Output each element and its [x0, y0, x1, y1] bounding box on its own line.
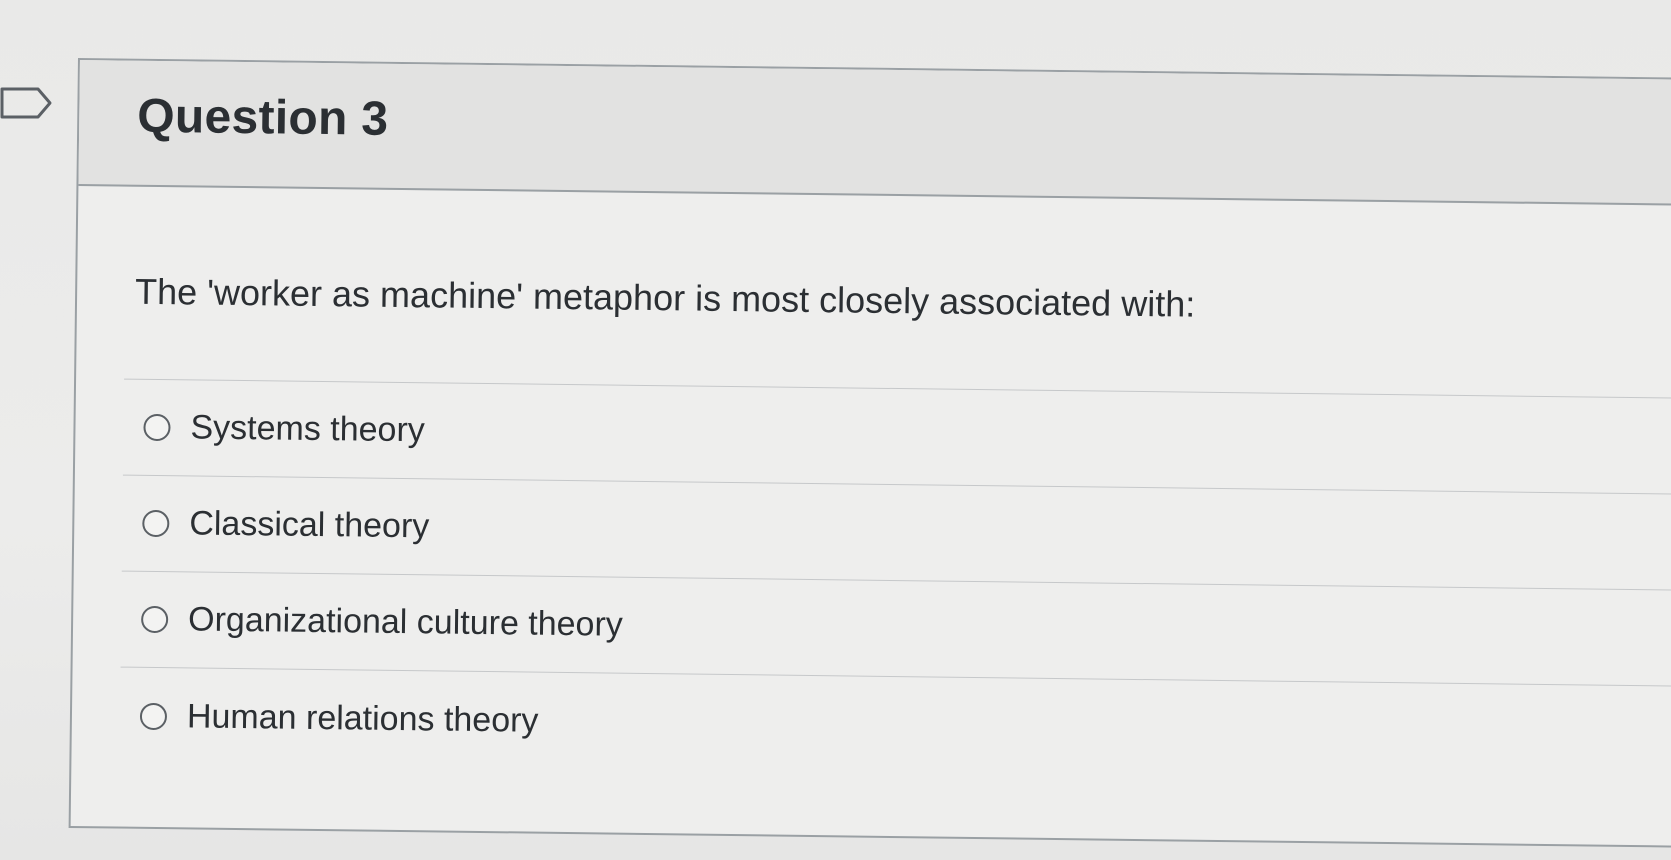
question-card: Question 3 The 'worker as machine' metap… — [68, 58, 1671, 848]
question-title: Question 3 — [136, 89, 389, 146]
answer-label: Organizational culture theory — [187, 600, 624, 644]
question-text: The 'worker as machine' metaphor is most… — [134, 270, 1196, 325]
answer-label: Human relations theory — [186, 696, 539, 740]
question-header: Question 3 — [78, 60, 1671, 206]
flag-question-icon[interactable] — [0, 86, 54, 120]
answer-label: Classical theory — [189, 504, 430, 546]
answer-option-organizational-culture-theory[interactable]: Organizational culture theory — [120, 571, 1671, 687]
answer-label: Systems theory — [190, 408, 426, 450]
radio-button[interactable] — [139, 702, 168, 730]
answer-option-human-relations-theory[interactable]: Human relations theory — [119, 668, 1671, 783]
answer-list: Systems theory Classical theory Organiza… — [119, 378, 1671, 783]
answer-option-classical-theory[interactable]: Classical theory — [121, 475, 1671, 591]
radio-button[interactable] — [143, 413, 171, 442]
answer-option-systems-theory[interactable]: Systems theory — [122, 379, 1671, 495]
radio-button[interactable] — [140, 605, 169, 634]
radio-button[interactable] — [142, 509, 170, 538]
